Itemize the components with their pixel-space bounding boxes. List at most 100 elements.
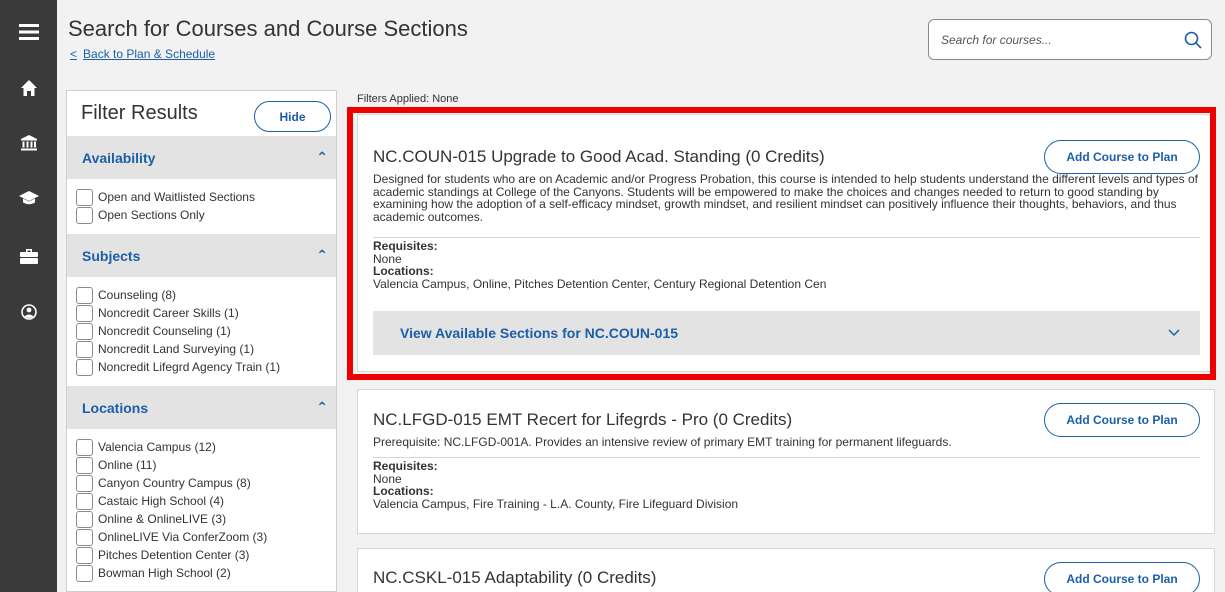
filter-option[interactable]: Online (11)	[76, 456, 328, 474]
filter-option[interactable]: Noncredit Counseling (1)	[76, 322, 328, 340]
filters-applied: Filters Applied: None	[357, 93, 459, 105]
course-description: Designed for students who are on Academi…	[373, 172, 1198, 224]
divider	[373, 457, 1200, 458]
search-icon[interactable]	[1183, 30, 1203, 50]
checkbox[interactable]	[76, 206, 93, 224]
locations-label: Locations:	[373, 484, 434, 498]
locations-value: Valencia Campus, Fire Training - L.A. Co…	[373, 496, 739, 511]
institution-icon[interactable]	[0, 123, 57, 163]
course-title: NC.COUN-015 Upgrade to Good Acad. Standi…	[373, 147, 825, 166]
filter-option-label: Online & OnlineLIVE (3)	[98, 512, 227, 526]
course-card: NC.COUN-015 Upgrade to Good Acad. Standi…	[357, 114, 1215, 372]
course-card: NC.LFGD-015 EMT Recert for Lifegrds - Pr…	[357, 389, 1215, 534]
filter-option-label: Castaic High School (4)	[98, 494, 225, 508]
checkbox[interactable]	[76, 456, 93, 474]
filter-option-label: Noncredit Career Skills (1)	[98, 306, 239, 320]
filter-option[interactable]: Pitches Detention Center (3)	[76, 546, 328, 564]
divider	[373, 237, 1200, 238]
filter-option[interactable]: Castaic High School (4)	[76, 492, 328, 510]
briefcase-icon[interactable]	[0, 236, 57, 276]
filter-option[interactable]: Noncredit Career Skills (1)	[76, 304, 328, 322]
back-link[interactable]: < Back to Plan & Schedule	[70, 47, 215, 61]
filter-option[interactable]: Canyon Country Campus (8)	[76, 474, 328, 492]
home-icon[interactable]	[0, 68, 57, 108]
checkbox[interactable]	[76, 510, 93, 528]
requisites-label: Requisites:	[373, 459, 438, 473]
checkbox[interactable]	[76, 438, 93, 456]
checkbox[interactable]	[76, 564, 93, 582]
graduation-cap-icon[interactable]	[0, 178, 57, 218]
filter-option[interactable]: Valencia Campus (12)	[76, 438, 328, 456]
hide-filters-button[interactable]: Hide	[254, 101, 331, 132]
locations-value: Valencia Campus, Online, Pitches Detenti…	[373, 276, 827, 291]
filter-option[interactable]: Online & OnlineLIVE (3)	[76, 510, 328, 528]
locations-section-header[interactable]: Locations ⌃	[67, 386, 336, 429]
chevron-left-icon: <	[70, 47, 78, 61]
chevron-up-icon: ⌃	[316, 399, 328, 415]
view-sections-label: View Available Sections for NC.COUN-015	[400, 325, 679, 341]
checkbox[interactable]	[76, 304, 93, 322]
requisites-value: None	[373, 471, 402, 486]
checkbox[interactable]	[76, 528, 93, 546]
filter-option-label: Noncredit Land Surveying (1)	[98, 342, 255, 356]
subjects-section-header[interactable]: Subjects ⌃	[67, 234, 336, 277]
subjects-label: Subjects	[82, 247, 141, 264]
checkbox[interactable]	[76, 322, 93, 340]
filter-panel: Filter Results Hide Availability ⌃ Open …	[66, 90, 337, 592]
filter-option-label: OnlineLIVE Via ConferZoom (3)	[98, 530, 268, 544]
search-input[interactable]	[941, 32, 1183, 47]
filter-option-label: Noncredit Lifegrd Agency Train (1)	[98, 360, 281, 374]
checkbox[interactable]	[76, 474, 93, 492]
course-details: Requisites: None Locations: Valencia Cam…	[373, 240, 1200, 290]
add-course-button[interactable]: Add Course to Plan	[1044, 403, 1200, 437]
add-course-button[interactable]: Add Course to Plan	[1044, 562, 1200, 592]
checkbox[interactable]	[76, 286, 93, 304]
checkbox[interactable]	[76, 546, 93, 564]
availability-section-header[interactable]: Availability ⌃	[67, 136, 336, 179]
course-details: Requisites: None Locations: Valencia Cam…	[373, 460, 1200, 510]
view-sections-toggle[interactable]: View Available Sections for NC.COUN-015	[373, 311, 1200, 355]
availability-label: Availability	[82, 149, 156, 166]
filter-option-label: Noncredit Counseling (1)	[98, 324, 231, 338]
filter-option[interactable]: Bowman High School (2)	[76, 564, 328, 582]
back-link-label: Back to Plan & Schedule	[83, 47, 216, 61]
filter-option[interactable]: Open and Waitlisted Sections	[76, 188, 328, 206]
checkbox[interactable]	[76, 188, 93, 206]
chevron-up-icon: ⌃	[316, 149, 328, 165]
nav-rail	[0, 0, 57, 592]
filter-option[interactable]: Counseling (8)	[76, 286, 328, 304]
filter-option[interactable]: Open Sections Only	[76, 206, 328, 224]
add-course-button[interactable]: Add Course to Plan	[1044, 140, 1200, 174]
filter-option[interactable]: OnlineLIVE Via ConferZoom (3)	[76, 528, 328, 546]
requisites-label: Requisites:	[373, 239, 438, 253]
menu-icon[interactable]	[0, 12, 57, 52]
course-description: Prerequisite: NC.LFGD-001A. Provides an …	[373, 435, 952, 449]
filter-option-label: Open and Waitlisted Sections	[98, 190, 255, 204]
filter-option[interactable]: Noncredit Lifegrd Agency Train (1)	[76, 358, 328, 376]
locations-label: Locations:	[373, 264, 434, 278]
filter-option-label: Canyon Country Campus (8)	[98, 476, 251, 490]
filter-option-label: Counseling (8)	[98, 288, 177, 302]
filter-option[interactable]: Noncredit Land Surveying (1)	[76, 340, 328, 358]
locations-options: Valencia Campus (12) Online (11) Canyon …	[67, 429, 336, 591]
subjects-options: Counseling (8) Noncredit Career Skills (…	[67, 277, 336, 386]
user-circle-icon[interactable]	[0, 292, 57, 332]
filter-option-label: Pitches Detention Center (3)	[98, 548, 250, 562]
page-title: Search for Courses and Course Sections	[68, 16, 468, 41]
checkbox[interactable]	[76, 340, 93, 358]
course-card: NC.CSKL-015 Adaptability (0 Credits) Add…	[357, 548, 1215, 592]
filter-title: Filter Results	[81, 102, 198, 124]
checkbox[interactable]	[76, 358, 93, 376]
filter-option-label: Bowman High School (2)	[98, 566, 231, 580]
course-title: NC.LFGD-015 EMT Recert for Lifegrds - Pr…	[373, 410, 793, 429]
availability-options: Open and Waitlisted Sections Open Sectio…	[67, 179, 336, 234]
requisites-value: None	[373, 251, 402, 266]
filter-option-label: Online (11)	[98, 458, 157, 472]
course-title: NC.CSKL-015 Adaptability (0 Credits)	[373, 568, 657, 587]
chevron-up-icon: ⌃	[316, 247, 328, 263]
chevron-down-icon	[1168, 329, 1180, 337]
locations-label: Locations	[82, 399, 149, 416]
checkbox[interactable]	[76, 492, 93, 510]
filter-option-label: Open Sections Only	[98, 208, 205, 222]
filter-header: Filter Results Hide	[67, 91, 336, 136]
